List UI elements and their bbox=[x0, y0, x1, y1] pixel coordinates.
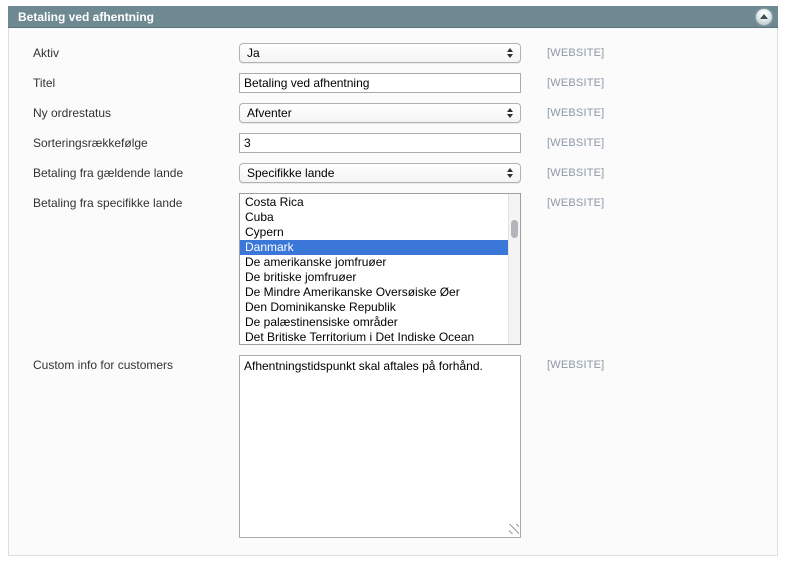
ordrestatus-select[interactable]: Afventer bbox=[239, 103, 521, 123]
country-option[interactable]: Den Dominikanske Republik bbox=[240, 300, 508, 315]
select-arrows-icon bbox=[507, 108, 513, 118]
scrollbar-thumb[interactable] bbox=[511, 220, 518, 238]
multiselect-options: Costa RicaCubaCypernDanmarkDe amerikansk… bbox=[240, 195, 508, 345]
country-option[interactable]: De palæstinensiske områder bbox=[240, 315, 508, 330]
country-option[interactable]: De britiske jomfruøer bbox=[240, 270, 508, 285]
custom-info-textarea[interactable]: Afhentningstidspunkt skal aftales på for… bbox=[239, 355, 521, 538]
section-body: Aktiv Ja [WEBSITE] Titel [WEBSITE] Ny or… bbox=[8, 28, 778, 556]
form-row-aktiv: Aktiv Ja [WEBSITE] bbox=[33, 43, 777, 63]
config-section-panel: Betaling ved afhentning Aktiv Ja [WEBSIT… bbox=[8, 6, 778, 556]
sortering-input[interactable] bbox=[239, 133, 521, 153]
gaeldende-lande-select-value: Specifikke lande bbox=[247, 166, 507, 180]
country-option[interactable]: Cypern bbox=[240, 225, 508, 240]
gaeldende-lande-select[interactable]: Specifikke lande bbox=[239, 163, 521, 183]
country-option[interactable]: Det Britiske Territorium i Det Indiske O… bbox=[240, 330, 508, 345]
form-row-custom-info: Custom info for customers Afhentningstid… bbox=[33, 355, 777, 538]
specifikke-lande-label: Betaling fra specifikke lande bbox=[33, 193, 239, 210]
form-row-gaeldende-lande: Betaling fra gældende lande Specifikke l… bbox=[33, 163, 777, 183]
scope-label-website: [WEBSITE] bbox=[547, 103, 604, 119]
country-option[interactable]: Danmark bbox=[240, 240, 508, 255]
sortering-label: Sorteringsrækkefølge bbox=[33, 133, 239, 150]
titel-label: Titel bbox=[33, 73, 239, 90]
scope-label-website: [WEBSITE] bbox=[547, 43, 604, 59]
ordrestatus-select-value: Afventer bbox=[247, 106, 507, 120]
aktiv-select[interactable]: Ja bbox=[239, 43, 521, 63]
specifikke-lande-multiselect[interactable]: Costa RicaCubaCypernDanmarkDe amerikansk… bbox=[239, 193, 521, 345]
country-option[interactable]: Costa Rica bbox=[240, 195, 508, 210]
ordrestatus-label: Ny ordrestatus bbox=[33, 103, 239, 120]
select-arrows-icon bbox=[507, 48, 513, 58]
form-row-sortering: Sorteringsrækkefølge [WEBSITE] bbox=[33, 133, 777, 153]
form-row-titel: Titel [WEBSITE] bbox=[33, 73, 777, 93]
country-option[interactable]: Cuba bbox=[240, 210, 508, 225]
section-title: Betaling ved afhentning bbox=[8, 6, 154, 28]
aktiv-select-value: Ja bbox=[247, 46, 507, 60]
scope-label-website: [WEBSITE] bbox=[547, 355, 604, 371]
scope-label-website: [WEBSITE] bbox=[547, 193, 604, 209]
gaeldende-lande-label: Betaling fra gældende lande bbox=[33, 163, 239, 180]
collapse-arrow-icon bbox=[760, 14, 768, 19]
collapse-button[interactable] bbox=[756, 9, 772, 25]
aktiv-label: Aktiv bbox=[33, 43, 239, 60]
section-header[interactable]: Betaling ved afhentning bbox=[8, 6, 778, 28]
scope-label-website: [WEBSITE] bbox=[547, 73, 604, 89]
form-row-specifikke-lande: Betaling fra specifikke lande Costa Rica… bbox=[33, 193, 777, 345]
multiselect-scrollbar[interactable] bbox=[508, 194, 520, 344]
scope-label-website: [WEBSITE] bbox=[547, 163, 604, 179]
country-option[interactable]: De amerikanske jomfruøer bbox=[240, 255, 508, 270]
country-option[interactable]: De Mindre Amerikanske Oversøiske Øer bbox=[240, 285, 508, 300]
select-arrows-icon bbox=[507, 168, 513, 178]
custom-info-label: Custom info for customers bbox=[33, 355, 239, 372]
form-row-ordrestatus: Ny ordrestatus Afventer [WEBSITE] bbox=[33, 103, 777, 123]
scope-label-website: [WEBSITE] bbox=[547, 133, 604, 149]
titel-input[interactable] bbox=[239, 73, 521, 93]
